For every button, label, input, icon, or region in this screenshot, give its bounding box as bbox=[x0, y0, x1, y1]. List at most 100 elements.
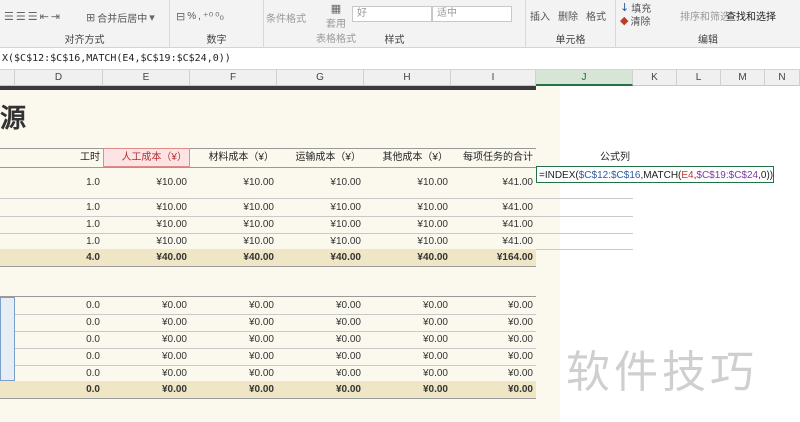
clear-button[interactable]: ◆ 清除 bbox=[620, 13, 650, 28]
insert-button[interactable]: 插入 bbox=[530, 8, 550, 23]
style-neutral[interactable]: 适中 bbox=[432, 6, 512, 22]
header-task-total[interactable]: 每项任务的合计 bbox=[451, 149, 536, 166]
t2-r2-material[interactable]: ¥0.00 bbox=[190, 314, 277, 331]
find-select-button[interactable]: 查找和选择 bbox=[726, 8, 776, 23]
t1-r3-labor[interactable]: ¥10.00 bbox=[103, 216, 190, 233]
t2-r3-hours[interactable]: 0.0 bbox=[15, 331, 103, 348]
header-formula-column[interactable]: 公式列 bbox=[536, 149, 633, 166]
align-right-icon[interactable]: ☰ bbox=[28, 10, 38, 23]
t1-r3-shipping[interactable]: ¥10.00 bbox=[277, 216, 364, 233]
currency-icon[interactable]: ⊟ bbox=[176, 10, 185, 23]
column-header-c[interactable] bbox=[0, 70, 15, 86]
column-header-h[interactable]: H bbox=[364, 70, 451, 86]
t1-r4-shipping[interactable]: ¥10.00 bbox=[277, 233, 364, 250]
t1-r3-hours[interactable]: 1.0 bbox=[15, 216, 103, 233]
t1-r2-hours[interactable]: 1.0 bbox=[15, 199, 103, 216]
t1-r1-other[interactable]: ¥10.00 bbox=[364, 174, 451, 191]
header-hours[interactable]: 工时 bbox=[15, 149, 103, 166]
t1-r4-total[interactable]: ¥41.00 bbox=[451, 233, 536, 250]
t2-r4-labor[interactable]: ¥0.00 bbox=[103, 348, 190, 365]
formula-bar[interactable]: X($C$12:$C$16,MATCH(E4,$C$19:$C$24,0)) bbox=[0, 48, 800, 70]
t1-r2-shipping[interactable]: ¥10.00 bbox=[277, 199, 364, 216]
increase-decimal-icon[interactable]: ⁺⁰ bbox=[203, 10, 213, 23]
t2-r2-labor[interactable]: ¥0.00 bbox=[103, 314, 190, 331]
t1-r2-labor[interactable]: ¥10.00 bbox=[103, 199, 190, 216]
t1-r1-shipping[interactable]: ¥10.00 bbox=[277, 174, 364, 191]
t2-r5-labor[interactable]: ¥0.00 bbox=[103, 365, 190, 382]
t2-total-material[interactable]: ¥0.00 bbox=[190, 381, 277, 398]
t2-r3-shipping[interactable]: ¥0.00 bbox=[277, 331, 364, 348]
column-header-m[interactable]: M bbox=[721, 70, 765, 86]
t2-r2-hours[interactable]: 0.0 bbox=[15, 314, 103, 331]
t1-r1-total[interactable]: ¥41.00 bbox=[451, 174, 536, 191]
style-good[interactable]: 好 bbox=[352, 6, 432, 22]
t2-r2-other[interactable]: ¥0.00 bbox=[364, 314, 451, 331]
t1-r1-hours[interactable]: 1.0 bbox=[15, 174, 103, 191]
delete-button[interactable]: 删除 bbox=[558, 8, 578, 23]
column-header-l[interactable]: L bbox=[677, 70, 721, 86]
header-labor-cost[interactable]: 人工成本（¥） bbox=[103, 149, 190, 166]
format-button[interactable]: 格式 bbox=[586, 8, 606, 23]
t2-total-other[interactable]: ¥0.00 bbox=[364, 381, 451, 398]
t2-r5-total[interactable]: ¥0.00 bbox=[451, 365, 536, 382]
comma-button[interactable]: , bbox=[198, 11, 201, 22]
t2-r1-other[interactable]: ¥0.00 bbox=[364, 297, 451, 314]
column-header-j[interactable]: J bbox=[536, 70, 633, 86]
t1-r4-material[interactable]: ¥10.00 bbox=[190, 233, 277, 250]
t1-r2-other[interactable]: ¥10.00 bbox=[364, 199, 451, 216]
t1-total-material[interactable]: ¥40.00 bbox=[190, 249, 277, 266]
t1-r1-labor[interactable]: ¥10.00 bbox=[103, 174, 190, 191]
t1-total-hours[interactable]: 4.0 bbox=[15, 249, 103, 266]
t2-r5-other[interactable]: ¥0.00 bbox=[364, 365, 451, 382]
t1-r2-material[interactable]: ¥10.00 bbox=[190, 199, 277, 216]
t2-r1-shipping[interactable]: ¥0.00 bbox=[277, 297, 364, 314]
t2-r4-other[interactable]: ¥0.00 bbox=[364, 348, 451, 365]
t1-r1-material[interactable]: ¥10.00 bbox=[190, 174, 277, 191]
number-format-buttons[interactable]: ⊟%, ⁺⁰ ⁰₀ bbox=[176, 10, 224, 23]
t2-r1-labor[interactable]: ¥0.00 bbox=[103, 297, 190, 314]
conditional-format-button[interactable]: 条件格式 bbox=[266, 10, 306, 25]
column-header-g[interactable]: G bbox=[277, 70, 364, 86]
t1-r3-material[interactable]: ¥10.00 bbox=[190, 216, 277, 233]
selected-range-stub[interactable] bbox=[0, 297, 15, 381]
percent-button[interactable]: % bbox=[187, 11, 196, 22]
column-header-f[interactable]: F bbox=[190, 70, 277, 86]
t2-r3-other[interactable]: ¥0.00 bbox=[364, 331, 451, 348]
t2-total-shipping[interactable]: ¥0.00 bbox=[277, 381, 364, 398]
t2-r5-shipping[interactable]: ¥0.00 bbox=[277, 365, 364, 382]
outdent-icon[interactable]: ⇥ bbox=[51, 10, 60, 23]
t2-total-sum[interactable]: ¥0.00 bbox=[451, 381, 536, 398]
t2-r2-shipping[interactable]: ¥0.00 bbox=[277, 314, 364, 331]
column-header-k[interactable]: K bbox=[633, 70, 677, 86]
t2-r3-total[interactable]: ¥0.00 bbox=[451, 331, 536, 348]
formula-cell-editor[interactable]: =INDEX($C$12:$C$16,MATCH(E4,$C$19:$C$24,… bbox=[536, 166, 775, 183]
header-material-cost[interactable]: 材料成本（¥） bbox=[190, 149, 277, 166]
t1-total-shipping[interactable]: ¥40.00 bbox=[277, 249, 364, 266]
column-header-n[interactable]: N bbox=[765, 70, 800, 86]
column-header-d[interactable]: D bbox=[15, 70, 103, 86]
t1-total-labor[interactable]: ¥40.00 bbox=[103, 249, 190, 266]
t2-total-hours[interactable]: 0.0 bbox=[15, 381, 103, 398]
t2-r4-hours[interactable]: 0.0 bbox=[15, 348, 103, 365]
t1-r4-hours[interactable]: 1.0 bbox=[15, 233, 103, 250]
t1-total-sum[interactable]: ¥164.00 bbox=[451, 249, 536, 266]
t1-r3-other[interactable]: ¥10.00 bbox=[364, 216, 451, 233]
t2-r2-total[interactable]: ¥0.00 bbox=[451, 314, 536, 331]
t2-r4-total[interactable]: ¥0.00 bbox=[451, 348, 536, 365]
t1-r4-labor[interactable]: ¥10.00 bbox=[103, 233, 190, 250]
t2-r5-material[interactable]: ¥0.00 bbox=[190, 365, 277, 382]
t2-r3-labor[interactable]: ¥0.00 bbox=[103, 331, 190, 348]
sort-filter-button[interactable]: 排序和筛选 bbox=[680, 8, 730, 23]
header-other-cost[interactable]: 其他成本（¥） bbox=[364, 149, 451, 166]
column-header-i[interactable]: I bbox=[451, 70, 536, 86]
t2-r4-shipping[interactable]: ¥0.00 bbox=[277, 348, 364, 365]
align-buttons[interactable]: ☰ ☰ ☰ ⇤ ⇥ bbox=[4, 10, 60, 23]
align-center-icon[interactable]: ☰ bbox=[16, 10, 26, 23]
t2-r4-material[interactable]: ¥0.00 bbox=[190, 348, 277, 365]
decrease-decimal-icon[interactable]: ⁰₀ bbox=[215, 10, 224, 23]
t2-r3-material[interactable]: ¥0.00 bbox=[190, 331, 277, 348]
t2-r1-material[interactable]: ¥0.00 bbox=[190, 297, 277, 314]
t1-r3-total[interactable]: ¥41.00 bbox=[451, 216, 536, 233]
column-header-e[interactable]: E bbox=[103, 70, 190, 86]
indent-icon[interactable]: ⇤ bbox=[40, 10, 49, 23]
